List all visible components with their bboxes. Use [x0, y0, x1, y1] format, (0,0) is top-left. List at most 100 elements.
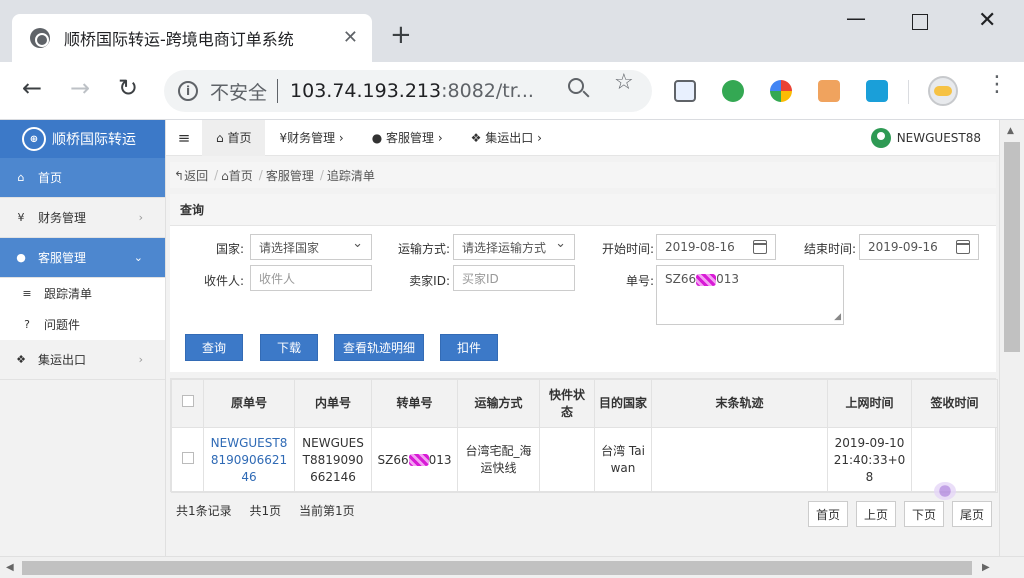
sidebar-item-home[interactable]: ⌂ 首页 — [0, 158, 165, 198]
cubes-icon: ❖ — [470, 130, 486, 145]
breadcrumb-back[interactable]: ↰返回 — [174, 167, 208, 184]
topnav-label: 集运出口 — [485, 131, 534, 145]
search-button[interactable]: 查询 — [185, 334, 243, 361]
shipping-select[interactable]: 请选择运输方式 — [453, 234, 575, 260]
back-icon: ↰ — [174, 168, 185, 183]
breadcrumb-separator: / — [258, 168, 263, 182]
shipping-select-value: 请选择运输方式 — [462, 240, 547, 255]
window-close-icon[interactable]: ✕ — [978, 8, 996, 33]
extension-color-icon[interactable] — [770, 80, 792, 102]
topnav-home[interactable]: ⌂ 首页 — [202, 119, 266, 156]
col-last-track: 末条轨迹 — [651, 379, 828, 428]
new-tab-button[interactable]: + — [390, 22, 412, 48]
col-online-time: 上网时间 — [827, 379, 912, 428]
scroll-right-arrow-icon[interactable]: ▶ — [982, 562, 990, 573]
topnav-finance[interactable]: ¥ 财务管理 › — [265, 120, 357, 156]
list-icon: ≡ — [22, 287, 32, 300]
next-page-button[interactable]: 下页 — [904, 501, 944, 527]
sidebar-item-label: 财务管理 — [38, 211, 87, 225]
order-number-label: 单号: — [625, 274, 654, 288]
scroll-left-arrow-icon[interactable]: ◀ — [6, 562, 14, 573]
last-page-button[interactable]: 尾页 — [952, 501, 992, 527]
user-avatar-icon — [870, 128, 891, 148]
cell-last-track — [651, 427, 828, 493]
horizontal-scroll-thumb[interactable] — [22, 561, 972, 575]
maximize-icon[interactable] — [912, 14, 928, 30]
cell-status — [539, 427, 595, 493]
sidebar-item-customer-service[interactable]: ● 客服管理 ⌄ — [0, 238, 165, 278]
country-label: 国家: — [215, 242, 244, 256]
current-user[interactable]: NEWGUEST88 — [870, 128, 981, 148]
menu-toggle-icon[interactable]: ≡ — [166, 129, 202, 147]
row-checkbox[interactable] — [181, 451, 194, 464]
topnav-customer-service[interactable]: ● 客服管理 › — [358, 120, 457, 156]
user-icon: ● — [371, 130, 387, 145]
extension-translate-icon[interactable] — [866, 80, 888, 102]
omnibox-divider — [277, 79, 279, 103]
browser-tab[interactable]: 顺桥国际转运-跨境电商订单系统 ✕ — [12, 14, 372, 62]
brand-name: 顺桥国际转运 — [52, 132, 136, 148]
buyer-id-input[interactable]: 买家ID — [453, 265, 575, 291]
col-status: 快件状态 — [539, 379, 595, 428]
sidebar-item-label: 客服管理 — [38, 251, 87, 265]
yen-icon: ¥ — [17, 211, 25, 224]
profile-avatar-icon[interactable] — [928, 76, 958, 106]
prev-page-button[interactable]: 上页 — [856, 501, 896, 527]
sidebar-item-finance[interactable]: ¥ 财务管理 › — [0, 198, 165, 238]
zoom-icon[interactable] — [568, 78, 584, 94]
end-date-input[interactable]: 2019-09-16 — [859, 234, 979, 260]
extension-robot-icon[interactable] — [818, 80, 840, 102]
browser-menu-icon[interactable]: ⋮ — [986, 74, 1008, 96]
info-icon[interactable]: i — [178, 81, 198, 101]
total-records: 共1条记录 — [176, 504, 232, 518]
start-time-label: 开始时间: — [601, 242, 654, 256]
start-date-input[interactable]: 2019-08-16 — [656, 234, 776, 260]
breadcrumb-customer-service[interactable]: 客服管理 — [266, 167, 314, 184]
vertical-scroll-thumb[interactable] — [1004, 142, 1020, 352]
horizontal-scrollbar[interactable]: ◀ ▶ — [0, 556, 1024, 578]
total-pages: 共1页 — [249, 504, 282, 518]
first-page-button[interactable]: 首页 — [808, 501, 848, 527]
user-icon: ● — [16, 251, 26, 264]
original-number-link[interactable]: NEWGUEST8819090662146 — [211, 436, 288, 484]
sidebar-subitem-label: 问题件 — [44, 318, 81, 332]
reload-icon[interactable]: ↻ — [118, 76, 138, 100]
col-internal-number: 内单号 — [294, 379, 372, 428]
extension-check-icon[interactable] — [722, 80, 744, 102]
cell-transfer-number: SZ66 013 — [371, 427, 458, 493]
resize-handle-icon[interactable]: ◢ — [834, 312, 841, 322]
hold-button[interactable]: 扣件 — [440, 334, 498, 361]
topnav-export[interactable]: ❖ 集运出口 › — [457, 120, 556, 156]
forward-arrow-icon[interactable]: → — [70, 76, 90, 100]
download-button[interactable]: 下载 — [260, 334, 318, 361]
calendar-icon[interactable] — [956, 240, 970, 254]
cell-original-number: NEWGUEST8819090662146 — [203, 427, 295, 493]
select-all-checkbox[interactable] — [181, 395, 194, 407]
extension-notes-icon[interactable] — [674, 80, 696, 102]
sidebar-item-export[interactable]: ❖ 集运出口 › — [0, 340, 165, 380]
table-row: NEWGUEST8819090662146 NEWGUEST8819090662… — [171, 427, 998, 493]
recipient-input[interactable]: 收件人 — [250, 265, 372, 291]
bookmark-star-icon[interactable]: ☆ — [614, 70, 634, 95]
calendar-icon[interactable] — [753, 240, 767, 254]
tab-close-icon[interactable]: ✕ — [343, 27, 358, 48]
vertical-scrollbar[interactable]: ▲ — [999, 120, 1024, 562]
redaction-blur — [696, 273, 717, 286]
home-icon: ⌂ — [17, 171, 25, 184]
col-signed-time: 签收时间 — [911, 379, 998, 428]
user-name: NEWGUEST88 — [896, 131, 981, 145]
tracking-table: 原单号 内单号 转单号 运输方式 快件状态 目的国家 末条轨迹 上网时间 签收时… — [170, 378, 998, 493]
select-all-header — [171, 379, 204, 428]
sidebar: ⊕ 顺桥国际转运 ⌂ 首页 ¥ 财务管理 › ● 客服管理 ⌄ ≡ 跟踪清单 ?… — [0, 120, 166, 562]
track-detail-button[interactable]: 查看轨迹明细 — [334, 334, 424, 361]
minimize-icon[interactable]: — — [846, 6, 866, 30]
sidebar-subitem-tracking[interactable]: ≡ 跟踪清单 — [0, 278, 165, 309]
sidebar-subitem-problem[interactable]: ? 问题件 — [0, 309, 165, 340]
scroll-up-arrow-icon[interactable]: ▲ — [1007, 126, 1014, 136]
back-arrow-icon[interactable]: ← — [22, 76, 42, 100]
country-select[interactable]: 请选择国家 — [250, 234, 372, 260]
breadcrumb-home[interactable]: ⌂首页 — [221, 167, 253, 184]
order-number-textarea[interactable]: SZ66 013 ◢ — [656, 265, 844, 325]
security-label: 不安全 — [210, 81, 268, 104]
start-date-value: 2019-08-16 — [665, 240, 735, 254]
